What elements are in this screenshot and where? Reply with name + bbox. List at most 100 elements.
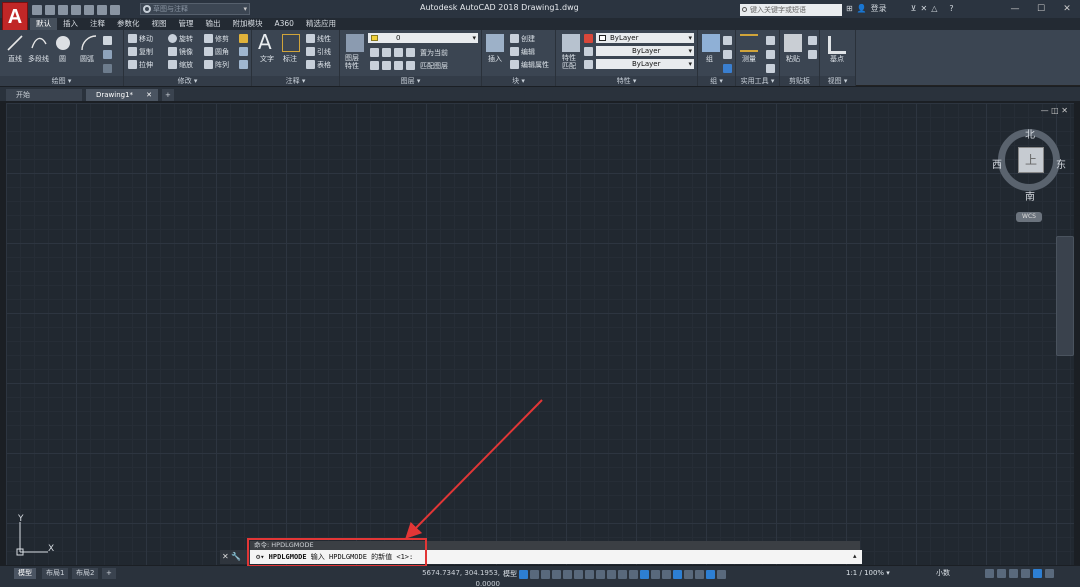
layers-panel-title[interactable]: 图层 ▾: [340, 76, 481, 86]
infer-icon[interactable]: [541, 569, 550, 579]
model-space-button[interactable]: 模型: [503, 569, 517, 579]
layout-tab-model[interactable]: 模型: [14, 568, 36, 579]
gizmo-icon[interactable]: [684, 569, 693, 579]
gradient-icon[interactable]: [103, 64, 112, 73]
insert-button[interactable]: 插入: [488, 54, 502, 64]
layer-tool-icon[interactable]: [394, 48, 403, 57]
paste-button[interactable]: 粘贴: [786, 54, 800, 64]
search-input[interactable]: 键入关键字或短语: [740, 4, 842, 16]
explode-icon[interactable]: [239, 47, 248, 56]
user-icon[interactable]: 👤: [857, 4, 867, 13]
color-dropdown[interactable]: ByLayer: [596, 33, 694, 43]
move-button[interactable]: 移动: [139, 34, 153, 44]
groups-panel-title[interactable]: 组 ▾: [698, 76, 735, 86]
polyline-icon[interactable]: [30, 34, 48, 52]
save-icon[interactable]: [58, 4, 68, 15]
annotation-panel-title[interactable]: 注释 ▾: [252, 76, 339, 86]
group-select-icon[interactable]: [723, 64, 732, 73]
workspace-dropdown[interactable]: 草图与注释 ▾: [140, 3, 250, 15]
dimension-button[interactable]: 标注: [283, 54, 297, 64]
stretch-button[interactable]: 拉伸: [139, 60, 153, 70]
isodraft-icon[interactable]: [585, 569, 594, 579]
compass-south[interactable]: 南: [1025, 188, 1035, 203]
help-button[interactable]: ?: [949, 4, 953, 13]
calculator-icon[interactable]: [766, 64, 775, 73]
trim-button[interactable]: 修剪: [215, 34, 229, 44]
coordinates-display[interactable]: 5674.7347, 304.1953, 0.0000: [405, 568, 500, 587]
login-link[interactable]: 登录: [871, 3, 887, 14]
dimension-icon[interactable]: [282, 34, 300, 52]
block-panel-title[interactable]: 块 ▾: [482, 76, 555, 86]
match-layer-button[interactable]: 匹配图层: [420, 61, 448, 71]
tab-featured-apps[interactable]: 精选应用: [300, 18, 342, 30]
text-button[interactable]: 文字: [260, 54, 274, 64]
maximize-button[interactable]: ☐: [1028, 0, 1054, 18]
group-edit-icon[interactable]: [723, 50, 732, 59]
match-properties-button[interactable]: 特性 匹配: [562, 54, 576, 70]
compass-east[interactable]: 东: [1056, 156, 1066, 171]
command-history-toggle[interactable]: ▴: [853, 552, 857, 560]
polyline-button[interactable]: 多段线: [28, 54, 49, 64]
viewport-controls[interactable]: — ◫ ✕: [1041, 106, 1068, 115]
polar-icon[interactable]: [574, 569, 583, 579]
annotation-scale-icon[interactable]: [717, 569, 726, 579]
wcs-menu[interactable]: WCS: [1016, 212, 1042, 222]
cut-icon[interactable]: [808, 36, 817, 45]
text-icon[interactable]: A: [258, 30, 272, 54]
linetype-dropdown[interactable]: ByLayer: [596, 46, 694, 56]
layer-dropdown[interactable]: 0: [368, 33, 478, 43]
new-tab-button[interactable]: +: [162, 89, 174, 101]
group-button[interactable]: 组: [706, 54, 713, 64]
object-snap-icon[interactable]: [607, 569, 616, 579]
layer-tool-icon[interactable]: [382, 61, 391, 70]
properties-panel-title[interactable]: 特性 ▾: [556, 76, 697, 86]
dynamic-input-icon[interactable]: [552, 569, 561, 579]
open-icon[interactable]: [45, 4, 55, 15]
insert-block-icon[interactable]: [486, 34, 504, 52]
selection-filter-icon[interactable]: [673, 569, 682, 579]
tab-a360[interactable]: A360: [269, 18, 300, 30]
tab-insert[interactable]: 插入: [57, 18, 84, 30]
linear-button[interactable]: 线性: [317, 34, 331, 44]
object-snap-tracking-icon[interactable]: [596, 569, 605, 579]
clipboard-panel-title[interactable]: 剪贴板: [780, 76, 819, 86]
quick-properties-icon[interactable]: [985, 569, 994, 578]
mirror-button[interactable]: 镜像: [179, 47, 193, 57]
customization-icon[interactable]: [1045, 569, 1054, 578]
clean-screen-icon[interactable]: [1033, 569, 1042, 578]
rotate-button[interactable]: 旋转: [179, 34, 193, 44]
layer-properties-button[interactable]: 图层 特性: [345, 54, 359, 70]
layer-tool-icon[interactable]: [382, 48, 391, 57]
undo-icon[interactable]: [97, 4, 107, 15]
tab-view[interactable]: 视图: [146, 18, 173, 30]
isolate-objects-icon[interactable]: [1009, 569, 1018, 578]
utilities-panel-title[interactable]: 实用工具 ▾: [736, 76, 779, 86]
auto-scale-icon[interactable]: [706, 569, 715, 579]
tab-output[interactable]: 输出: [200, 18, 227, 30]
layout-tab-1[interactable]: 布局1: [42, 568, 69, 579]
rectangle-icon[interactable]: [103, 36, 112, 45]
base-view-icon[interactable]: [828, 36, 846, 54]
selection-cycling-icon[interactable]: [640, 569, 649, 579]
cart-icon[interactable]: ⊻: [911, 4, 917, 13]
tab-addins[interactable]: 附加模块: [227, 18, 269, 30]
modify-panel-title[interactable]: 修改 ▾: [124, 76, 251, 86]
make-current-button[interactable]: 置为当前: [420, 48, 448, 58]
draw-panel-title[interactable]: 绘图 ▾: [0, 76, 123, 86]
ungroup-icon[interactable]: [723, 36, 732, 45]
arc-icon[interactable]: [80, 34, 98, 52]
lock-ui-icon[interactable]: [997, 569, 1006, 578]
edit-attributes-button[interactable]: 编辑属性: [521, 60, 549, 70]
redo-icon[interactable]: [110, 4, 120, 15]
layer-tool-icon[interactable]: [394, 61, 403, 70]
transparency-icon[interactable]: [629, 569, 638, 579]
close-icon[interactable]: ✕: [146, 89, 152, 101]
new-icon[interactable]: [32, 4, 42, 15]
fillet-button[interactable]: 圆角: [215, 47, 229, 57]
offset-icon[interactable]: [239, 60, 248, 69]
layer-properties-icon[interactable]: [346, 34, 364, 52]
tab-manage[interactable]: 管理: [173, 18, 200, 30]
viewcube[interactable]: 上 北 南 西 东: [990, 123, 1068, 203]
view-panel-title[interactable]: 视图 ▾: [820, 76, 855, 86]
arc-button[interactable]: 圆弧: [80, 54, 94, 64]
